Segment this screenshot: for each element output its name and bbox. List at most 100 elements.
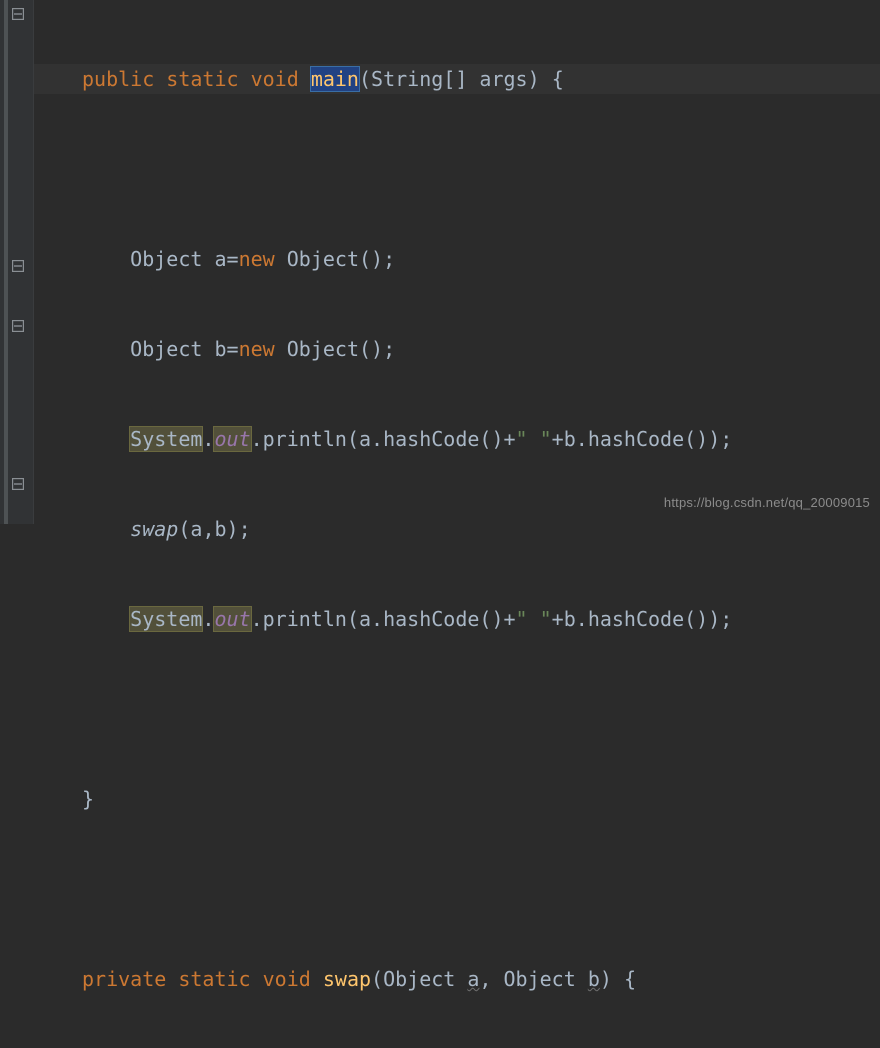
code-line[interactable]: swap(a,b); xyxy=(34,514,880,544)
keyword-static: static xyxy=(166,67,238,91)
fold-handle[interactable] xyxy=(12,478,24,490)
method-swap-call: swap xyxy=(130,517,178,541)
semicolon: ; xyxy=(383,247,395,271)
type-object: Object xyxy=(130,247,202,271)
brace: { xyxy=(552,67,564,91)
code-line[interactable] xyxy=(34,694,880,724)
code-line[interactable]: } xyxy=(34,784,880,814)
var-a: a xyxy=(214,247,226,271)
ctor-object: Object xyxy=(287,247,359,271)
type-object: Object xyxy=(383,967,455,991)
op-assign: = xyxy=(227,337,239,361)
code-line[interactable]: System.out.println(a.hashCode()+" "+b.ha… xyxy=(34,604,880,634)
code-line[interactable]: public static void main(String[] args) { xyxy=(34,64,880,94)
method-hashcode: hashCode xyxy=(588,607,684,631)
paren: ( xyxy=(359,67,371,91)
keyword-public: public xyxy=(82,67,154,91)
var-a: a xyxy=(359,607,371,631)
keyword-static: static xyxy=(178,967,250,991)
method-hashcode: hashCode xyxy=(383,427,479,451)
field-out: out xyxy=(214,607,250,631)
editor-gutter xyxy=(0,0,34,524)
fold-handle[interactable] xyxy=(12,320,24,332)
paren: ) xyxy=(227,517,239,541)
var-a: a xyxy=(359,427,371,451)
paren: ) xyxy=(528,67,540,91)
paren: () xyxy=(359,337,383,361)
paren: () xyxy=(479,607,503,631)
paren: ( xyxy=(178,517,190,541)
semicolon: ; xyxy=(720,607,732,631)
paren: ( xyxy=(371,967,383,991)
watermark: https://blog.csdn.net/qq_20009015 xyxy=(664,488,870,518)
class-system: System xyxy=(130,427,202,451)
param-args: args xyxy=(479,67,527,91)
code-line[interactable] xyxy=(34,154,880,184)
code-line[interactable]: private static void swap(Object a, Objec… xyxy=(34,964,880,994)
method-hashcode: hashCode xyxy=(383,607,479,631)
paren: () xyxy=(359,247,383,271)
keyword-new: new xyxy=(239,247,275,271)
paren: ) xyxy=(708,607,720,631)
fold-handle[interactable] xyxy=(12,8,24,20)
paren: () xyxy=(479,427,503,451)
class-system: System xyxy=(130,607,202,631)
method-hashcode: hashCode xyxy=(588,427,684,451)
dot: . xyxy=(251,607,263,631)
paren: ) xyxy=(708,427,720,451)
code-line[interactable] xyxy=(34,874,880,904)
code-line[interactable]: Object a=new Object(); xyxy=(34,244,880,274)
op-assign: = xyxy=(227,247,239,271)
code-line[interactable]: System.out.println(a.hashCode()+" "+b.ha… xyxy=(34,424,880,454)
ctor-object: Object xyxy=(287,337,359,361)
method-swap: swap xyxy=(323,967,371,991)
method-main: main xyxy=(311,67,359,91)
keyword-private: private xyxy=(82,967,166,991)
param-b: b xyxy=(588,967,600,991)
dot: . xyxy=(576,427,588,451)
string-literal: " " xyxy=(516,427,552,451)
comma: , xyxy=(479,967,491,991)
dot: . xyxy=(251,427,263,451)
var-b: b xyxy=(564,607,576,631)
paren: () xyxy=(684,427,708,451)
field-out: out xyxy=(214,427,250,451)
var-a: a xyxy=(190,517,202,541)
type-string: String xyxy=(371,67,443,91)
method-println: println xyxy=(263,427,347,451)
code-editor[interactable]: public static void main(String[] args) {… xyxy=(34,0,880,524)
keyword-void: void xyxy=(263,967,311,991)
var-b: b xyxy=(214,517,226,541)
type-object: Object xyxy=(504,967,576,991)
brace: { xyxy=(624,967,636,991)
op-plus: + xyxy=(552,607,564,631)
brace: } xyxy=(82,787,94,811)
op-plus: + xyxy=(504,427,516,451)
dot: . xyxy=(202,607,214,631)
param-a: a xyxy=(467,967,479,991)
op-plus: + xyxy=(504,607,516,631)
dot: . xyxy=(371,427,383,451)
keyword-void: void xyxy=(251,67,299,91)
semicolon: ; xyxy=(383,337,395,361)
paren: ) xyxy=(600,967,612,991)
dot: . xyxy=(202,427,214,451)
brackets: [] xyxy=(443,67,467,91)
vcs-stripe xyxy=(4,0,8,524)
paren: () xyxy=(684,607,708,631)
paren: ( xyxy=(347,607,359,631)
fold-handle[interactable] xyxy=(12,260,24,272)
keyword-new: new xyxy=(239,337,275,361)
paren: ( xyxy=(347,427,359,451)
var-b: b xyxy=(564,427,576,451)
comma: , xyxy=(202,517,214,541)
var-b: b xyxy=(214,337,226,361)
type-object: Object xyxy=(130,337,202,361)
dot: . xyxy=(576,607,588,631)
op-plus: + xyxy=(552,427,564,451)
code-line[interactable]: Object b=new Object(); xyxy=(34,334,880,364)
string-literal: " " xyxy=(516,607,552,631)
method-println: println xyxy=(263,607,347,631)
semicolon: ; xyxy=(720,427,732,451)
semicolon: ; xyxy=(239,517,251,541)
